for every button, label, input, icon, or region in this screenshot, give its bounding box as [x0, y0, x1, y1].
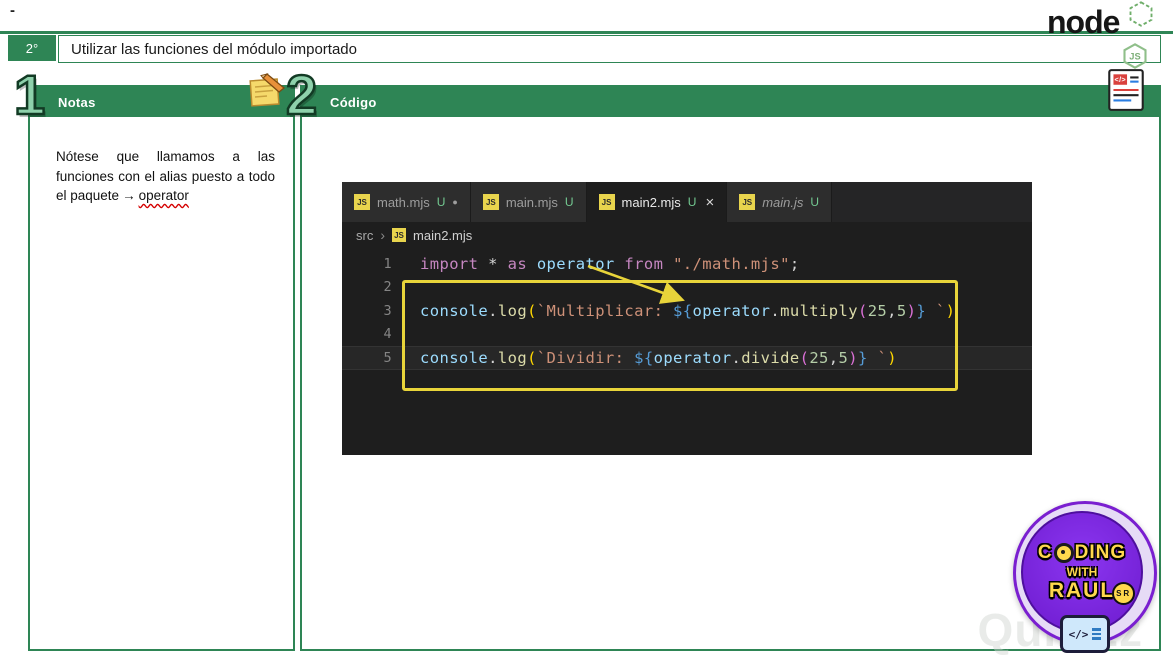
line-number: 3	[383, 302, 392, 319]
badge-code-icon: </>	[1060, 615, 1110, 653]
notes-highlight-word: operator	[138, 188, 189, 204]
git-status-badge: U	[436, 195, 446, 209]
line-number: 2	[383, 279, 392, 296]
lens-o-icon	[1053, 542, 1074, 563]
arrow-glyph: →	[122, 188, 136, 204]
js-file-icon: JS	[392, 228, 407, 242]
badge-word-coding: C DING	[1037, 541, 1127, 563]
tab-close-icon[interactable]: ×	[705, 194, 714, 211]
code-document-icon: </>	[1108, 69, 1144, 111]
code-text: console.log(`Dividir: ${operator.divide(…	[420, 348, 897, 367]
notes-text: Nótese que llamamos a las funciones con …	[56, 147, 275, 206]
hexagon-dashed-icon	[1129, 1, 1153, 27]
editor-tab[interactable]: JS main.js U	[727, 182, 833, 222]
sr-monogram: SR	[1112, 581, 1136, 605]
code-panel-number: 2	[285, 63, 319, 126]
notes-panel: 1 Notas Nótese que llamamos a las funcio…	[13, 65, 295, 651]
git-status-badge: U	[564, 195, 574, 209]
sticky-note-icon	[249, 73, 286, 107]
corner-dash: -	[10, 2, 15, 19]
breadcrumb-file[interactable]: main2.mjs	[413, 228, 472, 243]
step-number-box: 2°	[8, 35, 56, 61]
code-line: 5 console.log(`Dividir: ${operator.divide…	[342, 346, 1032, 370]
editor-tab[interactable]: JS math.mjs U ●	[342, 182, 471, 222]
notes-panel-title: Notas	[58, 94, 96, 110]
badge-word-with: WITH	[1066, 564, 1098, 579]
git-status-badge: U	[810, 195, 820, 209]
tab-label: main.js	[762, 194, 804, 210]
code-line: 3 console.log(`Multiplicar: ${operator.mu…	[342, 299, 1032, 323]
svg-text:JS: JS	[1129, 52, 1140, 62]
line-number: 4	[383, 326, 392, 343]
editor-tab[interactable]: JS main.mjs U	[470, 182, 587, 222]
editor-tab-bar: JS math.mjs U ● JS main.mjs U JS main2.mjs U × JS ma…	[342, 182, 1032, 222]
code-line: 4	[342, 323, 1032, 347]
code-brackets-glyph: </>	[1068, 627, 1089, 641]
editor-tab[interactable]: JS main2.mjs U ×	[586, 182, 728, 222]
header-divider	[0, 31, 1173, 34]
code-panel-header: 2 Código </>	[285, 65, 1159, 124]
breadcrumb-folder[interactable]: src	[356, 228, 373, 243]
js-file-icon: JS	[354, 194, 370, 210]
notes-panel-header: 1 Notas	[13, 65, 293, 124]
modified-dot-icon: ●	[452, 197, 458, 207]
breadcrumb: src › JS main2.mjs	[342, 222, 1032, 248]
chevron-right-icon: ›	[380, 227, 386, 243]
code-line: 2	[342, 276, 1032, 300]
badge-word-raul: RAUL SR	[1049, 579, 1136, 605]
tab-label: main2.mjs	[621, 194, 681, 210]
tab-label: math.mjs	[377, 194, 430, 210]
page-title: Utilizar las funciones del módulo import…	[58, 35, 1161, 63]
code-line: 1 import * as operator from "./math.mjs";	[342, 252, 1032, 276]
js-file-icon: JS	[482, 194, 499, 210]
code-editor: JS math.mjs U ● JS main.mjs U JS main2.mjs U × JS ma…	[342, 182, 1032, 455]
coding-with-raul-badge: C DING WITH RAUL SR </>	[1011, 501, 1159, 653]
notes-panel-number: 1	[13, 63, 47, 126]
git-status-badge: U	[687, 195, 697, 209]
code-text: import * as operator from "./math.mjs";	[420, 254, 800, 273]
nodejs-hexagon-icon: JS	[1123, 43, 1147, 69]
js-file-icon: JS	[598, 194, 615, 210]
tab-label: main.mjs	[505, 194, 558, 210]
code-text: console.log(`Multiplicar: ${operator.mul…	[420, 301, 956, 320]
svg-text:</>: </>	[1115, 75, 1127, 84]
line-number: 5	[383, 349, 392, 366]
nodejs-logo: node JS	[1047, 1, 1157, 74]
code-lines-glyph	[1092, 628, 1102, 640]
nodejs-logo-text: node	[1047, 4, 1120, 40]
slide-page: - 2° Utilizar las funciones del módulo i…	[0, 0, 1173, 659]
code-lines: 1 import * as operator from "./math.mjs";…	[342, 248, 1032, 370]
js-file-icon: JS	[739, 194, 756, 210]
line-number: 1	[383, 255, 392, 272]
code-panel-title: Código	[330, 94, 377, 110]
